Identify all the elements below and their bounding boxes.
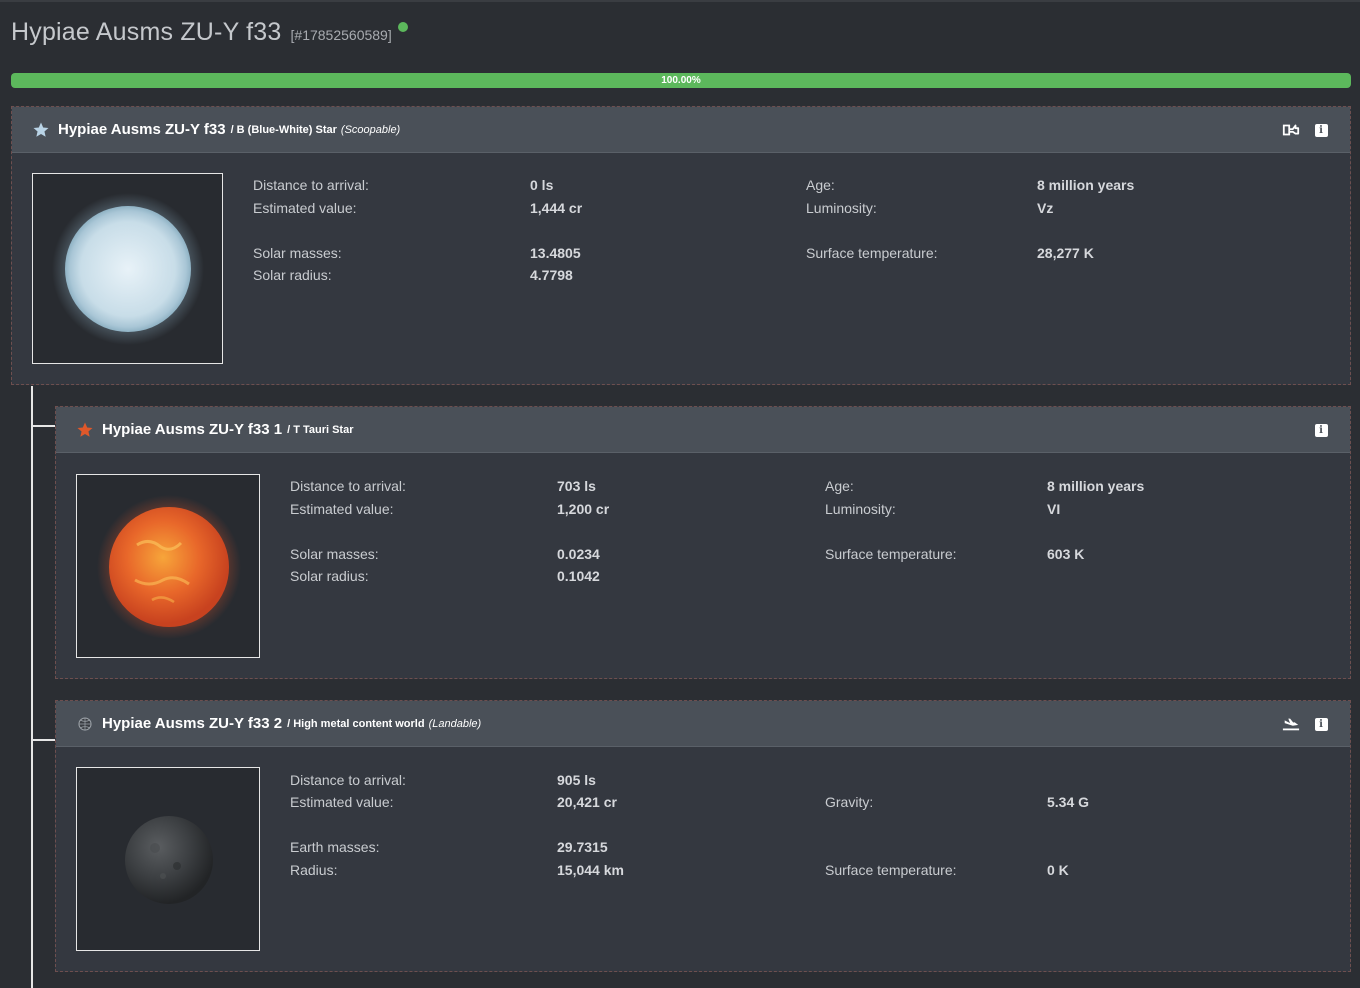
label-solar-masses: Solar masses:: [290, 546, 379, 562]
label-earth-masses: Earth masses:: [290, 839, 380, 855]
body-name: Hypiae Ausms ZU-Y f33 1: [102, 421, 283, 438]
system-title: Hypiae Ausms ZU-Y f33: [11, 18, 282, 46]
value-value: 1,444 cr: [530, 200, 583, 216]
status-dot: [397, 22, 408, 32]
progress-label: 100.00%: [661, 75, 701, 86]
value-solar-masses: 13.4805: [530, 245, 581, 261]
globe-icon: [78, 716, 92, 731]
value-age: 8 million years: [1047, 478, 1145, 494]
tree-trunk: [31, 386, 33, 988]
value-distance: 905 ls: [557, 772, 596, 788]
label-solar-radius: Solar radius:: [253, 267, 332, 283]
value-distance: 703 ls: [557, 478, 596, 494]
body-card-header[interactable]: Hypiae Ausms ZU-Y f33 / B (Blue-White) S…: [12, 107, 1350, 153]
body-card-main-star: Hypiae Ausms ZU-Y f33 / B (Blue-White) S…: [11, 106, 1351, 385]
label-luminosity: Luminosity:: [825, 501, 896, 517]
label-gravity: Gravity:: [825, 794, 874, 810]
label-distance: Distance to arrival:: [290, 772, 406, 788]
body-subtype: / High metal content world: [287, 717, 425, 730]
value-value: 20,421 cr: [557, 794, 617, 810]
value-surface-temp: 0 K: [1047, 862, 1069, 878]
body-card-t-tauri-star: Hypiae Ausms ZU-Y f33 1 / T Tauri Star i: [55, 406, 1351, 679]
label-distance: Distance to arrival:: [253, 177, 369, 193]
landing-icon[interactable]: [1282, 715, 1300, 733]
value-surface-temp: 603 K: [1047, 546, 1085, 562]
body-card-high-metal-world: Hypiae Ausms ZU-Y f33 2 / High metal con…: [55, 700, 1351, 972]
label-luminosity: Luminosity:: [806, 200, 877, 216]
body-subtype: / B (Blue-White) Star: [230, 123, 337, 136]
value-gravity: 5.34 G: [1047, 794, 1090, 810]
body-note: (Landable): [428, 717, 482, 730]
system-id: [#17852560589]: [290, 27, 392, 43]
value-age: 8 million years: [1037, 177, 1135, 193]
star-icon: [77, 422, 93, 437]
top-divider: [0, 0, 1360, 2]
value-distance: 0 ls: [530, 177, 554, 193]
body-image: [32, 173, 223, 364]
label-distance: Distance to arrival:: [290, 478, 406, 494]
label-surface-temp: Surface temperature:: [806, 245, 938, 261]
label-age: Age:: [806, 177, 835, 193]
info-icon[interactable]: i: [1312, 421, 1330, 439]
value-luminosity: VI: [1047, 501, 1061, 517]
info-glyph: i: [1314, 717, 1328, 731]
info-glyph: i: [1314, 123, 1328, 137]
label-surface-temp: Surface temperature:: [825, 862, 957, 878]
body-name: Hypiae Ausms ZU-Y f33: [58, 121, 226, 138]
tree-branch-2: [31, 739, 55, 741]
label-age: Age:: [825, 478, 854, 494]
value-surface-temp: 28,277 K: [1037, 245, 1094, 261]
body-subtype: / T Tauri Star: [287, 423, 354, 436]
body-card-header[interactable]: Hypiae Ausms ZU-Y f33 1 / T Tauri Star i: [56, 407, 1350, 453]
label-radius: Radius:: [290, 862, 338, 878]
info-icon[interactable]: i: [1312, 715, 1330, 733]
label-surface-temp: Surface temperature:: [825, 546, 957, 562]
value-solar-masses: 0.0234: [557, 546, 600, 562]
label-solar-radius: Solar radius:: [290, 568, 369, 584]
system-header: Hypiae Ausms ZU-Y f33 [#17852560589]: [11, 18, 408, 52]
value-luminosity: Vz: [1037, 200, 1054, 216]
label-value: Estimated value:: [290, 794, 394, 810]
value-radius: 15,044 km: [557, 862, 624, 878]
value-solar-radius: 4.7798: [530, 267, 573, 283]
scan-progress-bar: 100.00%: [11, 73, 1351, 88]
info-icon[interactable]: i: [1312, 121, 1330, 139]
value-solar-radius: 0.1042: [557, 568, 600, 584]
label-value: Estimated value:: [253, 200, 357, 216]
body-card-header[interactable]: Hypiae Ausms ZU-Y f33 2 / High metal con…: [56, 701, 1350, 747]
fuel-scoop-icon[interactable]: [1282, 121, 1300, 139]
value-value: 1,200 cr: [557, 501, 610, 517]
label-solar-masses: Solar masses:: [253, 245, 342, 261]
tree-branch-1: [31, 425, 55, 427]
star-icon: [33, 122, 49, 137]
info-glyph: i: [1314, 423, 1328, 437]
body-name: Hypiae Ausms ZU-Y f33 2: [102, 715, 283, 732]
label-value: Estimated value:: [290, 501, 394, 517]
body-image: [76, 474, 260, 658]
value-earth-masses: 29.7315: [557, 839, 608, 855]
body-image: [76, 767, 260, 951]
body-note: (Scoopable): [340, 123, 401, 136]
